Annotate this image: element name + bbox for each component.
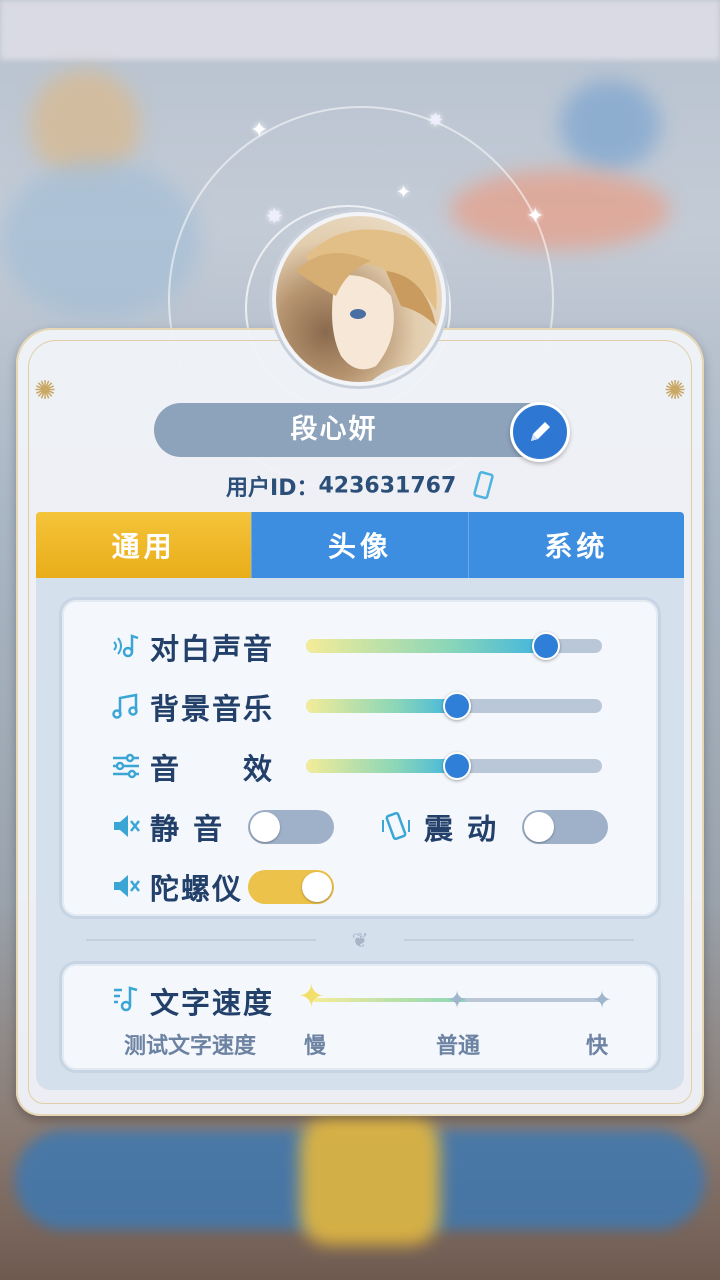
slider-knob[interactable] (442, 692, 471, 720)
dialogue-volume-slider[interactable] (306, 632, 602, 660)
user-id-row: 用户ID：423631767 (0, 470, 720, 502)
text-speed-fill (314, 998, 465, 1002)
sparkle-icon: ✦ (250, 118, 269, 143)
tab-general[interactable]: 通用 (36, 512, 252, 578)
bgm-volume-label: 背景音乐 (150, 692, 275, 726)
slider-fill (306, 699, 457, 713)
slider-knob[interactable] (531, 632, 560, 660)
bgm-volume-slider[interactable] (306, 692, 602, 720)
speed-mark-normal-icon[interactable]: ✦ (447, 986, 467, 1014)
sfx-volume-slider[interactable] (306, 752, 602, 780)
player-name: 段心妍 (154, 403, 554, 457)
toggle-knob (250, 812, 280, 842)
copy-phone-icon[interactable] (472, 471, 494, 501)
user-id-label: 用户ID： (226, 476, 319, 501)
speed-option-slow[interactable]: 慢 (304, 1028, 326, 1060)
background-top-bar (0, 0, 720, 60)
avatar[interactable] (272, 212, 446, 386)
tab-system-label: 系统 (544, 530, 609, 563)
sfx-volume-row: 音 效 (64, 742, 656, 792)
speed-option-fast[interactable]: 快 (586, 1028, 608, 1060)
toggle-knob (302, 872, 332, 902)
general-settings-content: 对白声音 背景音乐 音 效 静 音 震 动 陀螺仪 ❦ 文字速度 ✦ ✦ ✦ 测… (36, 578, 684, 1090)
corner-ornament-icon: ✺ (664, 376, 686, 406)
test-text-speed-label: 测试文字速度 (124, 1034, 257, 1059)
tab-bar: 通用 头像 系统 (36, 512, 684, 578)
star-badge-icon: ✸ (266, 204, 283, 228)
equalizer-icon (113, 753, 139, 779)
gyro-row: 陀螺仪 (64, 862, 656, 912)
speed-mark-slow-icon[interactable]: ✦ (298, 980, 325, 1012)
text-speed-note-icon (114, 986, 138, 1012)
sparkle-icon: ✦ (396, 182, 412, 203)
corner-ornament-icon: ✺ (34, 376, 56, 406)
vibrate-label: 震 动 (424, 812, 499, 846)
vibrate-toggle[interactable] (522, 810, 608, 844)
star-badge-icon: ✸ (428, 110, 444, 131)
ornament-divider-icon: ❦ (36, 930, 684, 950)
user-id-value: 423631767 (318, 473, 457, 499)
text-speed-label: 文字速度 (150, 986, 275, 1020)
text-speed-slider[interactable]: ✦ ✦ ✦ (298, 980, 612, 1014)
sfx-volume-label: 音 效 (150, 752, 275, 786)
toggle-knob (524, 812, 554, 842)
dialogue-volume-label: 对白声音 (150, 632, 275, 666)
gyro-toggle[interactable] (248, 870, 334, 904)
mute-label: 静 音 (150, 812, 225, 846)
vibrate-phone-icon (382, 811, 410, 841)
pencil-icon (531, 422, 550, 441)
gyro-label: 陀螺仪 (150, 872, 244, 906)
avatar-portrait-icon (296, 229, 442, 382)
audio-settings-card: 对白声音 背景音乐 音 效 静 音 震 动 陀螺仪 (62, 600, 658, 916)
mute-speaker-icon (114, 815, 140, 837)
gyro-speaker-icon (114, 875, 140, 897)
speed-mark-fast-icon[interactable]: ✦ (592, 986, 612, 1014)
speed-option-normal[interactable]: 普通 (436, 1028, 480, 1060)
tab-system[interactable]: 系统 (467, 512, 684, 578)
slider-fill (306, 759, 457, 773)
background-blur (560, 80, 660, 170)
tab-general-label: 通用 (111, 530, 176, 563)
tab-avatar-label: 头像 (327, 530, 392, 563)
text-speed-card: 文字速度 ✦ ✦ ✦ 测试文字速度 慢 普通 快 (62, 964, 658, 1070)
mute-toggle[interactable] (248, 810, 334, 844)
background-bottom-center-button (300, 1115, 440, 1245)
tab-avatar[interactable]: 头像 (251, 512, 468, 578)
dialogue-volume-row: 对白声音 (64, 622, 656, 672)
edit-name-button[interactable] (510, 402, 570, 462)
slider-knob[interactable] (442, 752, 471, 780)
sparkle-icon: ✦ (526, 204, 545, 229)
slider-fill (306, 639, 546, 653)
bgm-volume-row: 背景音乐 (64, 682, 656, 732)
dialogue-sound-icon (113, 634, 139, 658)
music-note-icon (112, 693, 138, 719)
mute-vibrate-row: 静 音 震 动 (64, 802, 656, 852)
